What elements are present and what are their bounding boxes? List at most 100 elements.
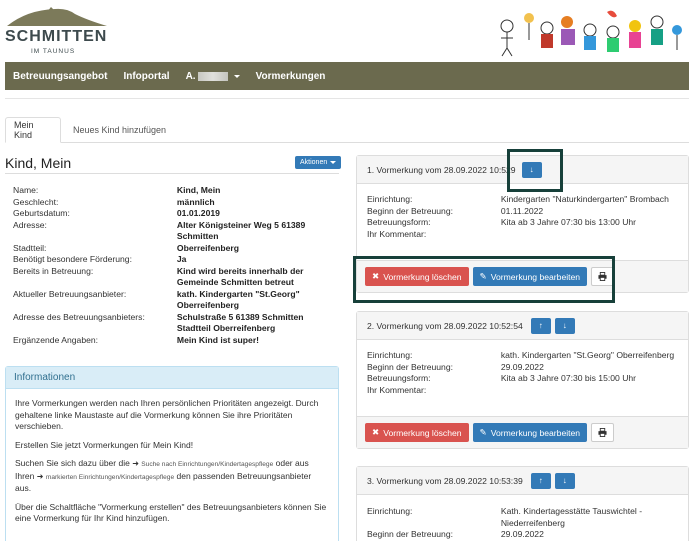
detail-label: Geschlecht:: [13, 196, 59, 207]
print-button[interactable]: [591, 423, 615, 442]
aktionen-dropdown-button[interactable]: Aktionen: [295, 156, 342, 169]
detail-value: Gemeinde Schmitten betreut: [176, 277, 294, 287]
info-text: Erstellen Sie jetzt Vormerkungen für Mei…: [15, 439, 194, 450]
tab-neues-kind[interactable]: Neues Kind hinzufügen: [65, 117, 174, 143]
detail-value: 01.01.2019: [176, 208, 220, 218]
nav-vormerkungen[interactable]: Vormerkungen: [248, 62, 334, 90]
form-value: Kita ab 3 Jahre 07:30 bis 15:00 Uhr: [500, 373, 637, 383]
vormerkung-header: 2. Vormerkung vom 28.09.2022 10:52:54 ↑ …: [357, 312, 688, 340]
vormerkung-header: 3. Vormerkung vom 28.09.2022 10:53:39 ↑ …: [357, 467, 688, 495]
detail-value: kath. Kindergarten "St.Georg": [176, 288, 300, 299]
divider: [5, 98, 689, 99]
move-down-button[interactable]: ↓: [554, 317, 575, 334]
blurred-username: [197, 71, 228, 81]
divider: [5, 173, 339, 174]
einrichtung-value: Kath. Kindertagesstätte Tauswichtel -: [500, 506, 643, 516]
printer-icon: [598, 428, 607, 437]
detail-value: Kind, Mein: [176, 185, 221, 195]
move-down-button[interactable]: ↓: [521, 161, 542, 178]
caret-down-icon: [233, 74, 240, 78]
printer-icon: [598, 272, 607, 281]
arrow-up-icon: ↑: [538, 321, 543, 330]
move-down-button[interactable]: ↓: [554, 472, 575, 489]
detail-row: Benötigt besondere Förderung: Ja: [13, 254, 333, 266]
detail-row: Name: Kind, Mein: [13, 185, 333, 197]
print-button[interactable]: [591, 267, 615, 286]
vormerkung-actions: ✖ Vormerkung löschen ✎ Vormerkung bearbeit…: [357, 416, 688, 448]
schmitten-logo[interactable]: SCHMITTEN IM TAUNUS: [5, 6, 115, 60]
detail-value: Alter Königsteiner Weg 5 61389: [176, 219, 306, 230]
kommentar-value: [501, 385, 678, 397]
detail-label: Aktueller Betreuungsanbieter:: [13, 288, 127, 299]
detail-row: Bereits in Betreuung: Kind wird bereits i…: [13, 266, 333, 278]
child-details: Name: Kind, Mein Geschlecht: männlich Geburt…: [13, 185, 333, 346]
detail-value: Stadtteil Oberreifenberg: [176, 323, 276, 333]
delete-vormerkung-button[interactable]: ✖ Vormerkung löschen: [365, 423, 469, 442]
vormerkung-actions: ✖ Vormerkung löschen ✎ Vormerkung bearbeit…: [357, 260, 688, 292]
nav-user-label: A.: [185, 70, 196, 82]
vormerkung-panel-1[interactable]: 1. Vormerkung vom 28.09.2022 10:5 29 ↓ Ei…: [356, 155, 689, 293]
vormerkung-body: Einrichtung: Kath. Kindertagesstätte Taus…: [357, 495, 688, 541]
pencil-icon: ✎: [479, 427, 487, 437]
detail-label: Bereits in Betreuung:: [13, 265, 94, 276]
detail-label: Name:: [13, 185, 39, 195]
vormerkung-body: Einrichtung: kath. Kindergarten "St.Georg…: [357, 340, 688, 402]
nav-betreuungsangebot[interactable]: Betreuungsangebot: [5, 62, 115, 90]
detail-label: Geburtsdatum:: [13, 208, 70, 218]
arrow-up-icon: ↑: [538, 476, 543, 485]
detail-value: Kind wird bereits innerhalb der: [176, 265, 304, 276]
detail-label: Ergänzende Angaben:: [13, 334, 99, 345]
arrow-right-icon: ➜: [132, 459, 139, 468]
kommentar-value: [501, 229, 678, 241]
detail-label: Benötigt besondere Förderung:: [13, 254, 132, 264]
detail-row: Gemeinde Schmitten betreut: [13, 277, 333, 289]
detail-row: Ergänzende Angaben: Mein Kind ist super!: [13, 335, 333, 347]
detail-label: [13, 231, 177, 243]
einrichtung-value: Kindergarten "Naturkindergarten" Brombac…: [500, 194, 669, 204]
arrow-down-icon: ↓: [562, 476, 567, 485]
detail-value: Mein Kind ist super!: [176, 334, 260, 345]
edit-vormerkung-button[interactable]: ✎ Vormerkung bearbeiten: [472, 423, 588, 442]
logo-subtitle: IM TAUNUS: [31, 48, 76, 55]
beginn-value: 29.09.2022: [500, 361, 544, 372]
close-icon: ✖: [372, 427, 380, 437]
detail-label: [13, 300, 177, 312]
info-panel-body: Ihre Vormerkungen werden nach Ihren pers…: [6, 389, 338, 541]
vormerkung-panel-3[interactable]: 3. Vormerkung vom 28.09.2022 10:53:39 ↑ …: [356, 466, 689, 541]
detail-row: Geschlecht: männlich: [13, 197, 333, 209]
tab-mein-kind[interactable]: Mein Kind: [5, 117, 61, 143]
detail-row: Adresse des Betreuungsanbieters: Schulstr…: [13, 312, 333, 324]
detail-row: Geburtsdatum: 01.01.2019: [13, 208, 333, 220]
detail-value: männlich: [176, 196, 215, 207]
detail-value: Ja: [176, 254, 187, 264]
move-up-button[interactable]: ↑: [530, 317, 551, 334]
arrow-down-icon: ↓: [562, 321, 567, 330]
detail-label: Adresse des Betreuungsanbieters:: [13, 311, 145, 322]
child-tabs: Mein Kind Neues Kind hinzufügen: [5, 117, 689, 143]
form-value: Kita ab 3 Jahre 07:30 bis 13:00 Uhr: [500, 217, 637, 227]
detail-row: Schmitten: [13, 231, 333, 243]
detail-row: Stadtteil: Oberreifenberg: [13, 243, 333, 255]
vormerkung-panel-2[interactable]: 2. Vormerkung vom 28.09.2022 10:52:54 ↑ …: [356, 311, 689, 449]
detail-value: Oberreifenberg: [176, 242, 239, 253]
child-title: Kind, Mein: [5, 155, 72, 171]
vormerkung-body: Einrichtung: Kindergarten "Naturkindergar…: [357, 184, 688, 246]
edit-vormerkung-button[interactable]: ✎ Vormerkung bearbeiten: [472, 267, 588, 286]
search-institutions-link[interactable]: Suche nach Einrichtungen/Kindertagespfle…: [141, 461, 273, 468]
beginn-value: 01.11.2022: [500, 205, 544, 216]
detail-value: Schmitten: [176, 231, 219, 241]
nav-infoportal[interactable]: Infoportal: [115, 62, 177, 90]
move-up-button[interactable]: ↑: [530, 472, 551, 489]
marked-institutions-link[interactable]: markierten Einrichtungen/Kindertagespfle…: [46, 474, 174, 481]
delete-vormerkung-button[interactable]: ✖ Vormerkung löschen: [365, 267, 469, 286]
header: SCHMITTEN IM TAUNUS: [0, 0, 691, 62]
pencil-icon: ✎: [479, 271, 487, 281]
arrow-right-icon: ➜: [36, 471, 44, 481]
vormerkung-header: 1. Vormerkung vom 28.09.2022 10:5 29 ↓: [357, 156, 688, 184]
info-panel-title: Informationen: [6, 367, 338, 389]
nav-user-menu[interactable]: A.: [178, 62, 248, 90]
detail-label: Adresse:: [13, 219, 47, 230]
arrow-down-icon: ↓: [529, 165, 534, 174]
aktionen-label: Aktionen: [300, 159, 328, 166]
children-illustration-icon: [500, 10, 682, 57]
